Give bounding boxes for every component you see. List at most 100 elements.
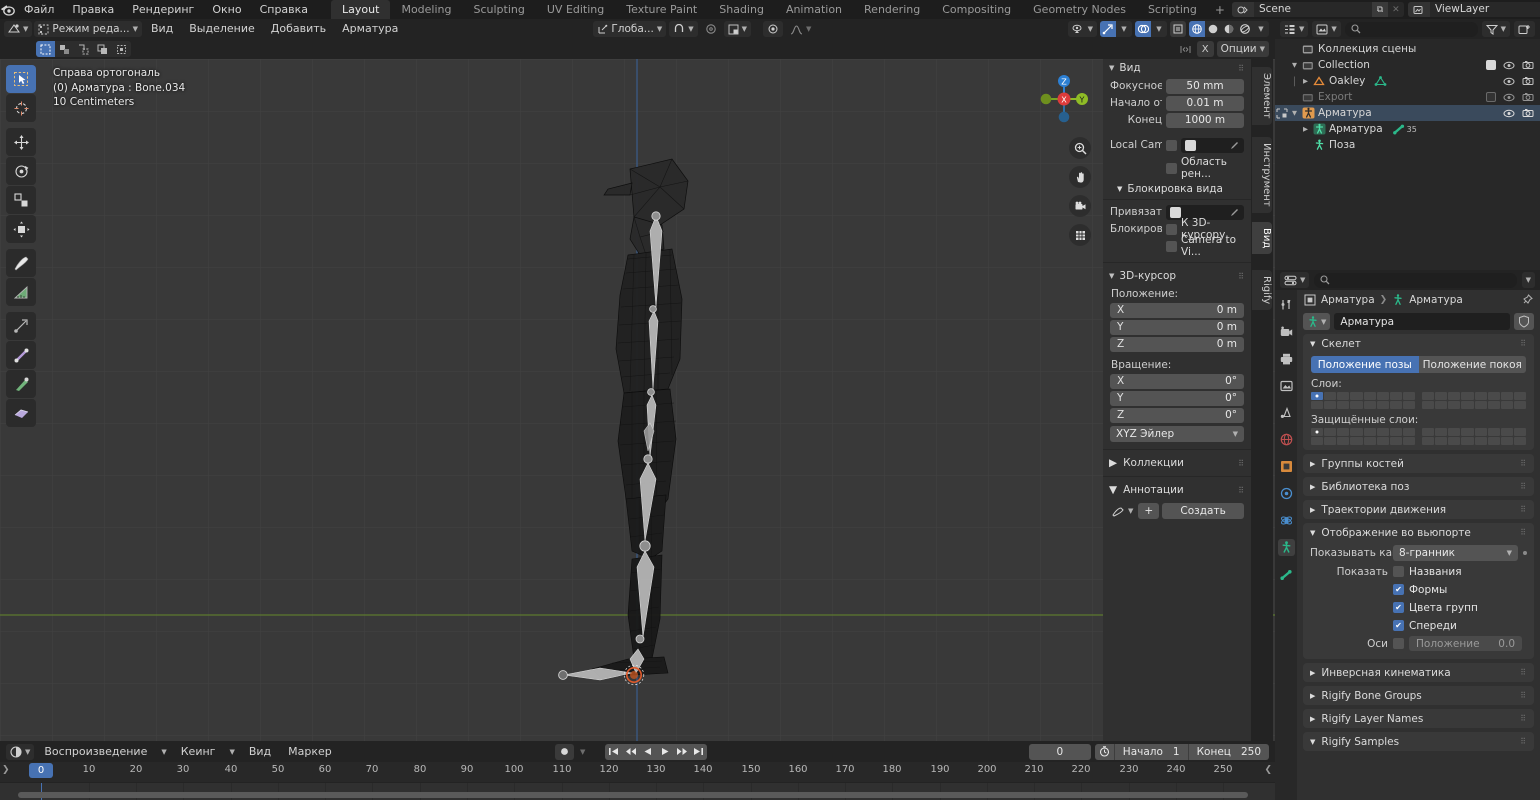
mirror-x-button[interactable]: X — [1196, 41, 1214, 57]
motion-paths-panel[interactable]: ▶ Траектории движения ⠿ — [1303, 500, 1534, 519]
cursor-rotation-y-field[interactable]: Y 0° — [1110, 390, 1244, 406]
scene-icon[interactable] — [1231, 2, 1254, 17]
drag-grip-icon[interactable]: ⠿ — [1520, 528, 1527, 537]
solid-shading-icon[interactable] — [1205, 21, 1221, 37]
armature-name-field[interactable]: Арматура — [1334, 313, 1510, 330]
drag-grip-icon[interactable]: ⠿ — [1520, 691, 1527, 700]
clip-end-field[interactable]: 1000 m — [1166, 112, 1244, 128]
cursor-section-header[interactable]: ▼ 3D-курсор ⠿ — [1103, 267, 1251, 285]
rigify-bone-groups-panel[interactable]: ▶ Rigify Bone Groups ⠿ — [1303, 686, 1534, 705]
menu-render[interactable]: Рендеринг — [123, 0, 203, 19]
cursor-rotation-z-row[interactable]: Z 0° — [1110, 407, 1244, 423]
auto-keying-icon[interactable] — [555, 743, 574, 760]
rigify-layer-names-panel[interactable]: ▶ Rigify Layer Names ⠿ — [1303, 709, 1534, 728]
disable-render-camera-icon[interactable] — [1522, 60, 1534, 70]
properties-search-input[interactable] — [1314, 272, 1517, 288]
show-names-checkbox[interactable] — [1393, 566, 1404, 577]
gizmo-dropdown-icon[interactable]: ▼ — [1116, 21, 1132, 37]
annotation-add-button[interactable]: + — [1138, 503, 1160, 519]
disable-render-camera-icon[interactable] — [1522, 92, 1534, 102]
object-tab[interactable] — [1278, 458, 1295, 475]
cursor-rotation-y-row[interactable]: Y 0° — [1110, 390, 1244, 406]
lasso-select-icon[interactable] — [74, 41, 93, 57]
hide-eye-icon[interactable] — [1503, 61, 1515, 70]
tweak-select-tool[interactable] — [6, 65, 36, 93]
scene-name[interactable]: Scene — [1253, 2, 1372, 17]
transform-orientation-selector[interactable]: Глоба... ▼ — [593, 21, 667, 37]
cursor-rotation-x-row[interactable]: X 0° — [1110, 373, 1244, 389]
drag-grip-icon[interactable]: ⠿ — [1238, 486, 1245, 495]
viewlayer-selector[interactable]: ViewLayer ⧉ ✕ — [1407, 2, 1540, 17]
pose-library-panel[interactable]: ▶ Библиотека поз ⠿ — [1303, 477, 1534, 496]
render-region-row[interactable]: Область рен... — [1110, 156, 1244, 180]
clip-end-row[interactable]: Конец 1000 m — [1110, 112, 1244, 128]
pose-position-button[interactable]: Положение позы — [1311, 356, 1419, 373]
falloff-curve-icon[interactable]: ▼ — [786, 21, 815, 37]
annotation-new-button[interactable]: Создать — [1162, 503, 1244, 519]
axes-position-field[interactable]: Положение 0.0 — [1409, 636, 1522, 651]
scene-selector[interactable]: Scene ⧉ ✕ — [1231, 2, 1404, 17]
viewlayer-icon[interactable] — [1407, 2, 1430, 17]
timeline-menu-view[interactable]: Вид — [242, 742, 278, 762]
local-camera-checkbox[interactable] — [1166, 139, 1177, 151]
armature-data-browse-icon[interactable]: ▼ — [1303, 313, 1331, 330]
timeline-menu-playback[interactable]: Воспроизведение — [37, 742, 154, 762]
clip-start-row[interactable]: Начало от... 0.01 m — [1110, 95, 1244, 111]
measure-tool[interactable] — [6, 278, 36, 306]
properties-options-dropdown[interactable]: ▼ — [1521, 272, 1535, 288]
visibility-selector-icon[interactable]: ▼ — [1067, 21, 1097, 37]
expand-arrow[interactable]: ▶ — [1300, 77, 1311, 85]
disable-render-camera-icon[interactable] — [1522, 76, 1534, 86]
viewport-display-header[interactable]: ▼ Отображение во вьюпорте ⠿ — [1303, 523, 1534, 542]
scale-tool[interactable] — [6, 186, 36, 214]
cursor-location-z-row[interactable]: Z 0 m — [1110, 336, 1244, 352]
annotations-section-header[interactable]: ▼ Аннотации ⠿ — [1103, 481, 1251, 499]
local-camera-row[interactable]: Local Cam... — [1110, 137, 1244, 153]
jump-to-end-icon[interactable] — [690, 744, 707, 760]
scene-tab[interactable] — [1278, 404, 1295, 421]
breadcrumb-object-label[interactable]: Арматура — [1321, 294, 1375, 306]
bone-size-tool[interactable] — [6, 341, 36, 369]
timeline-expand-right-arrow[interactable]: ❮ — [1264, 765, 1272, 775]
extrude-tool[interactable] — [6, 312, 36, 340]
axes-checkbox[interactable] — [1393, 638, 1404, 649]
layer-block-right[interactable] — [1422, 392, 1526, 409]
rest-position-button[interactable]: Положение покоя — [1418, 356, 1526, 373]
add-workspace-button[interactable]: + — [1208, 3, 1232, 17]
menu-edit[interactable]: Правка — [63, 0, 123, 19]
camera-to-view-checkbox[interactable] — [1166, 240, 1177, 252]
drag-grip-icon[interactable]: ⠿ — [1520, 339, 1527, 348]
layer-block-left[interactable] — [1311, 392, 1415, 409]
new-scene-icon[interactable]: ⧉ — [1371, 2, 1388, 17]
rotate-tool[interactable] — [6, 157, 36, 185]
sidebar-tab-view[interactable]: Вид — [1252, 222, 1272, 255]
disable-render-camera-icon[interactable] — [1522, 108, 1534, 118]
rotation-mode-dropdown[interactable]: XYZ Эйлер ▼ — [1110, 426, 1244, 442]
keying-dropdown-caret[interactable]: ▼ — [225, 744, 238, 760]
protected-block-right[interactable] — [1422, 428, 1526, 445]
view-lock-subsection[interactable]: ▼ Блокировка вида — [1117, 183, 1244, 195]
render-region-checkbox[interactable] — [1166, 162, 1177, 174]
bone-tab[interactable] — [1278, 566, 1295, 583]
auto-keying-dropdown[interactable]: ▼ — [576, 744, 589, 760]
overlays-icon[interactable] — [1135, 21, 1151, 37]
rendered-shading-icon[interactable] — [1237, 21, 1253, 37]
drag-grip-icon[interactable]: ⠿ — [1520, 714, 1527, 723]
frame-end-field[interactable]: Конец 250 — [1189, 744, 1269, 760]
3d-viewport[interactable]: Справа ортогональ (0) Арматура : Bone.03… — [0, 59, 1275, 741]
use-preview-range-icon[interactable] — [1095, 743, 1115, 760]
pin-icon[interactable] — [1521, 294, 1533, 306]
drag-grip-icon[interactable]: ⠿ — [1238, 64, 1245, 73]
options-dropdown[interactable]: Опции ▼ — [1216, 41, 1269, 57]
tab-modeling[interactable]: Modeling — [390, 0, 462, 19]
animate-property-dot[interactable] — [1523, 551, 1527, 555]
render-tab[interactable] — [1278, 323, 1295, 340]
xray-toggle-icon[interactable] — [762, 21, 783, 37]
drag-grip-icon[interactable]: ⠿ — [1238, 459, 1245, 468]
topology-mirror-icon[interactable] — [1178, 41, 1194, 57]
annotate-tool[interactable] — [6, 249, 36, 277]
blender-logo-icon[interactable] — [0, 0, 15, 19]
menu-file[interactable]: Файл — [15, 0, 63, 19]
hide-eye-icon[interactable] — [1503, 93, 1515, 102]
bone-roll-tool[interactable] — [6, 370, 36, 398]
